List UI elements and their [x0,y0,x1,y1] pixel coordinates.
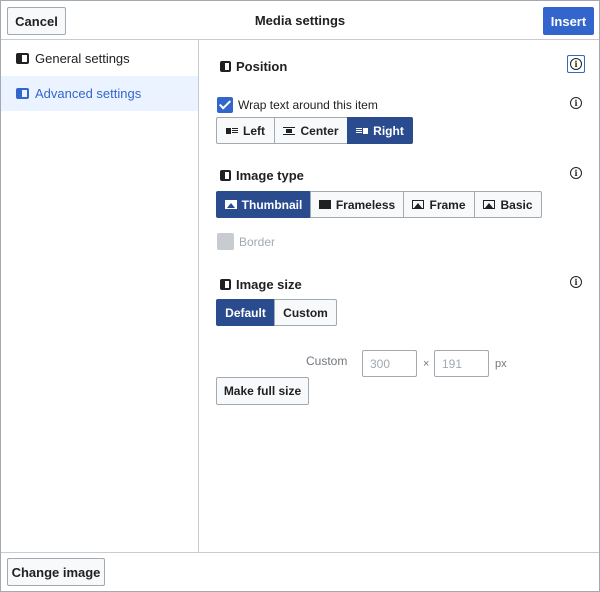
sidebar-item-advanced-settings[interactable]: Advanced settings [1,76,198,111]
sidebar: General settings Advanced settings [1,40,199,552]
image-type-thumbnail-label: Thumbnail [241,197,303,212]
align-center-icon [283,126,296,135]
position-right-label: Right [373,123,404,138]
info-icon[interactable]: i [570,276,582,288]
image-type-frameless-label: Frameless [335,197,396,212]
media-settings-dialog: Cancel Media settings Insert General set… [0,0,600,592]
border-label: Border [239,234,276,249]
width-input[interactable]: 300 [362,350,417,377]
sidebar-item-label: General settings [35,51,130,66]
image-icon [318,200,331,209]
position-title: Position [236,59,288,74]
image-size-title: Image size [236,277,302,292]
image-type-frameless-button[interactable]: Frameless [310,191,404,218]
info-icon[interactable]: i [570,167,582,179]
border-checkbox[interactable] [217,233,234,250]
image-type-thumbnail-button[interactable]: Thumbnail [216,191,311,218]
framed-image-icon [412,200,425,209]
image-size-custom-button[interactable]: Custom [274,299,337,326]
times-separator: × [423,358,430,370]
image-size-button-group: Default Custom [216,299,337,326]
align-right-icon [356,127,369,134]
image-type-title: Image type [236,168,304,183]
advanced-settings-panel: Position i Wrap text around this item i … [200,40,599,552]
wrap-text-checkbox[interactable] [217,97,233,113]
panel-icon [16,88,29,99]
position-icon [220,61,231,72]
dialog-footer: Change image [1,552,599,591]
align-left-icon [226,127,238,134]
image-type-basic-label: Basic [500,197,533,212]
sidebar-item-label: Advanced settings [35,86,142,101]
image-type-frame-button[interactable]: Frame [403,191,475,218]
info-icon[interactable]: i [570,97,582,109]
position-center-label: Center [300,123,339,138]
image-type-basic-button[interactable]: Basic [474,191,542,218]
image-size-section-title: Image size [220,277,302,292]
sidebar-item-general-settings[interactable]: General settings [1,41,198,76]
position-left-label: Left [243,123,265,138]
custom-size-label: Custom [306,354,348,368]
image-icon [483,200,496,209]
image-icon [224,200,237,209]
position-button-group: Left Center Right [216,117,413,144]
wrap-text-row[interactable]: Wrap text around this item [217,97,378,113]
insert-button[interactable]: Insert [543,7,594,35]
position-section-title: Position [220,59,287,74]
dialog-title: Media settings [254,13,346,28]
info-icon: i [570,58,582,70]
image-size-icon [220,279,231,290]
change-image-button[interactable]: Change image [7,558,105,586]
image-type-icon [220,170,231,181]
position-info-button[interactable]: i [567,55,585,73]
dialog-header: Cancel Media settings Insert [1,1,599,40]
position-right-button[interactable]: Right [347,117,413,144]
height-input[interactable]: 191 [434,350,489,377]
wrap-text-label: Wrap text around this item [238,98,378,112]
panel-icon [16,53,29,64]
position-left-button[interactable]: Left [216,117,275,144]
image-type-frame-label: Frame [429,197,466,212]
unit-label: px [495,358,507,370]
image-type-button-group: Thumbnail Frameless Frame Basic [216,191,542,218]
image-type-section-title: Image type [220,168,304,183]
image-size-default-button[interactable]: Default [216,299,275,326]
make-full-size-button[interactable]: Make full size [216,377,309,405]
position-center-button[interactable]: Center [274,117,348,144]
border-row[interactable]: Border [217,233,275,250]
